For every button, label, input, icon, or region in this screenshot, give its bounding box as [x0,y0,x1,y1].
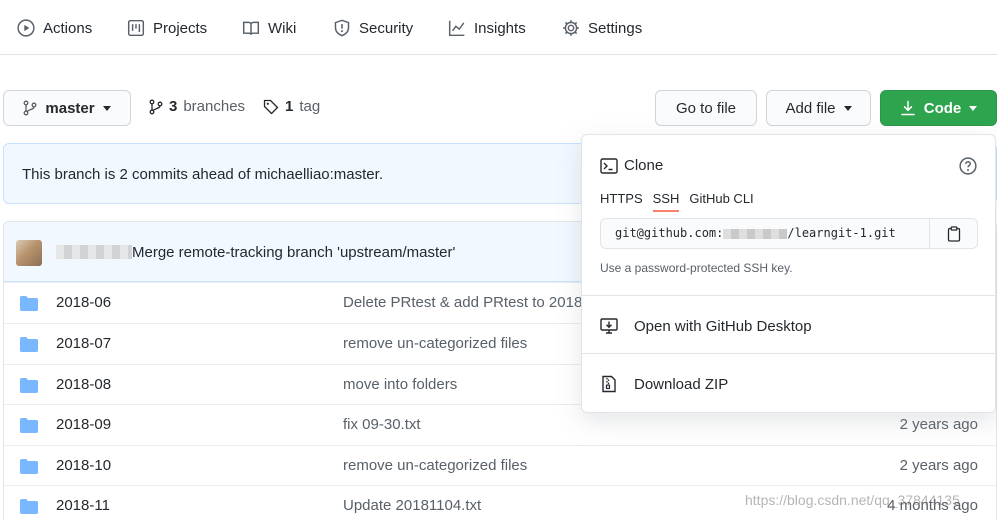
branch-name: master [45,99,95,117]
git-branch-icon [23,100,37,116]
go-to-file-button[interactable]: Go to file [655,90,757,126]
folder-icon [20,378,38,393]
tab-github-cli[interactable]: GitHub CLI [689,191,753,212]
branch-count: 3 [169,98,178,115]
play-circle-icon [17,19,35,37]
folder-icon [20,459,38,474]
tab-insights[interactable]: Insights [448,16,526,40]
file-commit-message[interactable]: remove un-categorized files [343,335,527,352]
tab-settings[interactable]: Settings [562,16,642,40]
divider [582,295,995,296]
project-board-icon [127,19,145,37]
terminal-icon [600,157,618,174]
clone-title: Clone [624,157,664,174]
branch-select-button[interactable]: master [3,90,131,126]
clone-url-group: git@github.com: /learngit-1.git [600,218,978,249]
download-zip-label: Download ZIP [634,375,729,393]
file-zip-icon [602,375,616,393]
branches-label: branches [183,98,246,115]
folder-icon [20,418,38,433]
folder-icon [20,296,38,311]
file-commit-age: 2 years ago [899,457,978,474]
clipboard-icon [947,225,960,242]
tab-security[interactable]: Security [333,16,413,40]
copy-to-clipboard-button[interactable] [929,219,977,248]
tags-link[interactable]: 1 tag [263,98,320,115]
git-branch-icon [149,99,163,114]
open-with-desktop-label: Open with GitHub Desktop [634,317,812,335]
clone-protocol-tabs: HTTPS SSH GitHub CLI [600,191,754,212]
go-to-file-label: Go to file [675,99,737,117]
branch-ahead-text: This branch is 2 commits ahead of michae… [22,166,383,183]
table-row[interactable]: 2018-10 remove un-categorized files 2 ye… [4,445,996,486]
file-commit-message[interactable]: move into folders [343,376,457,393]
tab-ssh[interactable]: SSH [652,191,680,212]
clone-url-suffix: /learngit-1.git [787,226,896,240]
add-file-label: Add file [785,99,836,117]
watermark-text: https://blog.csdn.net/qq_37844135 [745,492,960,508]
add-file-button[interactable]: Add file [766,90,871,126]
download-zip-item[interactable]: Download ZIP [600,375,728,393]
blurred-username [723,228,788,239]
code-button[interactable]: Code [880,90,997,126]
book-icon [242,21,260,35]
clone-header: Clone [600,157,663,174]
chevron-down-icon [102,105,111,111]
tab-projects-label: Projects [153,19,208,37]
folder-icon [20,337,38,352]
tab-insights-label: Insights [474,19,526,37]
chevron-down-icon [843,105,852,111]
folder-icon [20,499,38,514]
file-commit-message[interactable]: fix 09-30.txt [343,416,421,433]
tab-wiki-label: Wiki [268,19,297,37]
file-name[interactable]: 2018-07 [56,335,111,352]
code-dropdown-menu: Clone HTTPS SSH GitHub CLI git@github.co… [581,134,996,413]
graph-icon [448,20,465,37]
tab-actions[interactable]: Actions [17,16,92,40]
desktop-download-icon [600,318,618,334]
file-commit-message[interactable]: Update 20181104.txt [343,497,481,514]
file-commit-message[interactable]: remove un-categorized files [343,457,527,474]
file-name[interactable]: 2018-10 [56,457,111,474]
file-name[interactable]: 2018-06 [56,294,111,311]
tab-projects[interactable]: Projects [127,16,207,40]
repo-nav: Actions Projects Wiki Security Insights … [0,0,997,55]
clone-url-prefix: git@github.com: [615,226,724,240]
avatar[interactable] [16,240,42,266]
file-name[interactable]: 2018-09 [56,416,111,433]
open-with-desktop-item[interactable]: Open with GitHub Desktop [600,317,812,335]
tab-actions-label: Actions [43,19,93,37]
tag-label: tag [299,98,321,115]
tab-wiki[interactable]: Wiki [242,16,296,40]
tab-settings-label: Settings [588,19,643,37]
chevron-down-icon [969,105,978,111]
code-label: Code [923,99,962,117]
latest-commit-message[interactable]: Merge remote-tracking branch 'upstream/m… [132,244,455,261]
question-icon[interactable] [959,157,977,175]
divider [582,353,995,354]
download-icon [901,100,915,116]
clone-url-field[interactable]: git@github.com: /learngit-1.git [601,219,931,248]
tab-security-label: Security [359,19,414,37]
shield-icon [334,19,350,37]
file-name[interactable]: 2018-11 [56,497,110,514]
gear-icon [563,20,579,36]
blurred-author-name [56,245,132,259]
file-commit-age: 2 years ago [899,416,978,433]
file-name[interactable]: 2018-08 [56,376,111,393]
tag-icon [263,99,279,114]
tag-count: 1 [285,98,294,115]
ssh-key-note: Use a password-protected SSH key. [600,261,793,275]
branches-link[interactable]: 3 branches [149,98,245,115]
tab-https[interactable]: HTTPS [600,191,643,212]
file-commit-message[interactable]: Delete PRtest & add PRtest to 2018 [343,294,582,311]
